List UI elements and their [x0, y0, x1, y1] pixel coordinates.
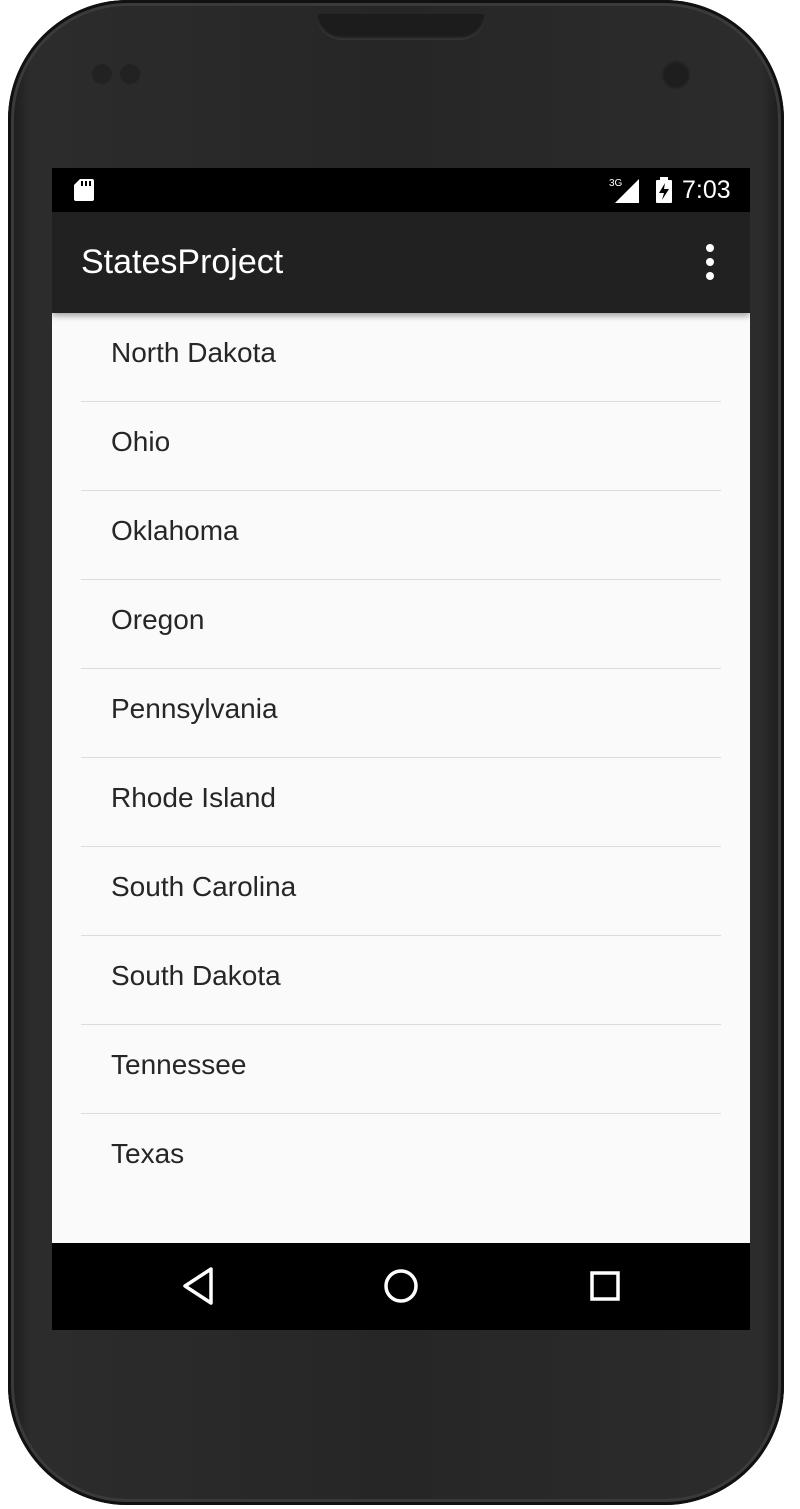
front-camera [661, 60, 691, 90]
phone-frame: 3G 7:03 StatesProject North Dakota Ohio … [8, 0, 784, 1505]
app-bar: StatesProject [52, 212, 750, 313]
sd-card-icon [74, 179, 94, 201]
list-item[interactable]: Pennsylvania [81, 669, 721, 758]
overflow-menu-button[interactable] [694, 240, 726, 284]
list-item-label: Pennsylvania [111, 693, 278, 724]
list-item-label: Rhode Island [111, 782, 277, 813]
list-item-label: Oregon [111, 604, 205, 635]
list-item-label: Texas [111, 1138, 185, 1169]
app-title: StatesProject [81, 243, 284, 281]
list-item[interactable]: South Carolina [81, 847, 721, 936]
overflow-menu-icon-dot [706, 272, 714, 280]
states-list: North Dakota Ohio Oklahoma Oregon Pennsy… [52, 313, 750, 1202]
list-item[interactable]: Texas [81, 1114, 721, 1202]
list-item[interactable]: Ohio [81, 402, 721, 491]
network-type-label: 3G [609, 178, 623, 189]
navigation-bar [52, 1243, 750, 1330]
screen: 3G 7:03 StatesProject North Dakota Ohio … [52, 168, 750, 1330]
list-item-label: South Dakota [111, 960, 281, 991]
battery-charging-icon [656, 177, 672, 203]
list-item-label: Oklahoma [111, 515, 239, 546]
list-item[interactable]: Oklahoma [81, 491, 721, 580]
list-item[interactable]: South Dakota [81, 936, 721, 1025]
overflow-menu-icon [706, 244, 714, 252]
light-sensor [120, 64, 140, 84]
back-icon[interactable] [176, 1263, 222, 1309]
list-item[interactable]: Tennessee [81, 1025, 721, 1114]
signal-icon: 3G [609, 178, 639, 203]
overflow-menu-icon-dot [706, 258, 714, 266]
list-item-label: Tennessee [111, 1049, 247, 1080]
list-item-label: North Dakota [111, 337, 276, 368]
list-item[interactable]: Oregon [81, 580, 721, 669]
list-item-label: South Carolina [111, 871, 297, 902]
status-clock: 7:03 [682, 176, 731, 204]
status-bar: 3G 7:03 [52, 168, 750, 212]
list-item[interactable]: North Dakota [81, 313, 721, 402]
recents-icon[interactable] [582, 1263, 628, 1309]
proximity-sensor [92, 64, 112, 84]
home-icon[interactable] [378, 1263, 424, 1309]
list-item-label: Ohio [111, 426, 171, 457]
list-item[interactable]: Rhode Island [81, 758, 721, 847]
earpiece-speaker [316, 14, 486, 40]
